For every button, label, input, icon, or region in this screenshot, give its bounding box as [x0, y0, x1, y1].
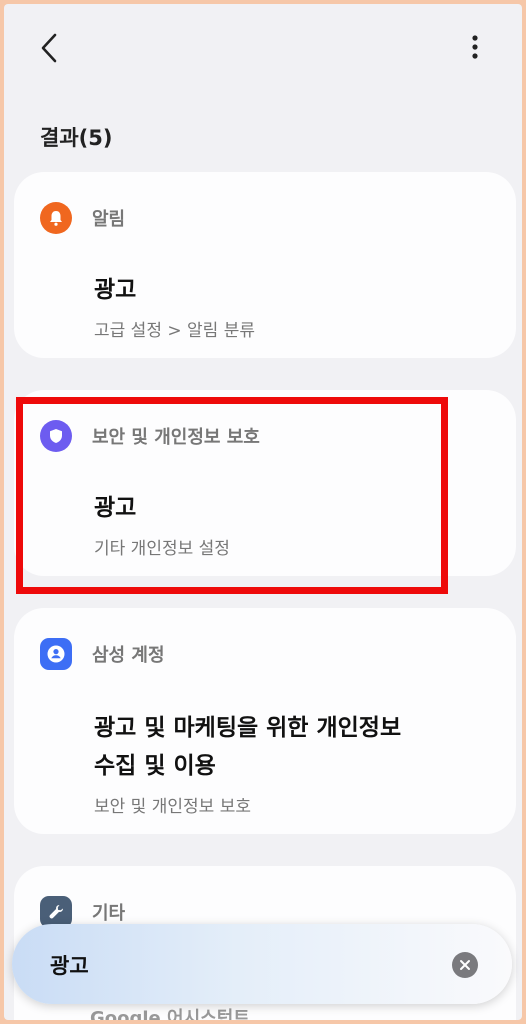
category-row: 삼성 계정: [40, 638, 165, 670]
result-path: 고급 설정 > 알림 분류: [94, 321, 255, 341]
bell-icon: [40, 202, 72, 234]
more-options-button[interactable]: [460, 28, 490, 68]
chevron-left-icon: [41, 33, 57, 63]
result-title-line2: 수집 및 이용: [94, 753, 216, 779]
highlight-box: [16, 397, 448, 594]
result-title-peek: Google 어시스턴트: [90, 1008, 250, 1020]
result-card-samsung-account[interactable]: 삼성 계정 광고 및 마케팅을 위한 개인정보 수집 및 이용 보안 및 개인정…: [14, 608, 516, 834]
more-vertical-icon: [472, 35, 478, 59]
category-label: 기타: [92, 903, 126, 924]
clear-search-button[interactable]: [452, 952, 478, 978]
result-title: 광고: [94, 277, 137, 303]
account-icon: [40, 638, 72, 670]
category-label: 삼성 계정: [92, 645, 165, 666]
settings-search-screen: 결과(5) 알림 광고 고급 설정 > 알림 분류 보안 및 개인정보 보호 광…: [4, 4, 522, 1020]
search-query-input[interactable]: 광고: [50, 950, 89, 980]
clear-circle-icon: [460, 960, 470, 970]
search-bar[interactable]: 광고: [12, 924, 512, 1004]
back-button[interactable]: [32, 28, 72, 68]
top-app-bar: [4, 4, 522, 94]
category-label: 알림: [92, 209, 126, 230]
result-title-line1: 광고 및 마케팅을 위한 개인정보: [94, 715, 402, 741]
result-path: 보안 및 개인정보 보호: [94, 797, 251, 817]
results-count-title: 결과(5): [40, 126, 113, 150]
category-row: 알림: [40, 202, 125, 234]
result-card-notifications[interactable]: 알림 광고 고급 설정 > 알림 분류: [14, 172, 516, 358]
